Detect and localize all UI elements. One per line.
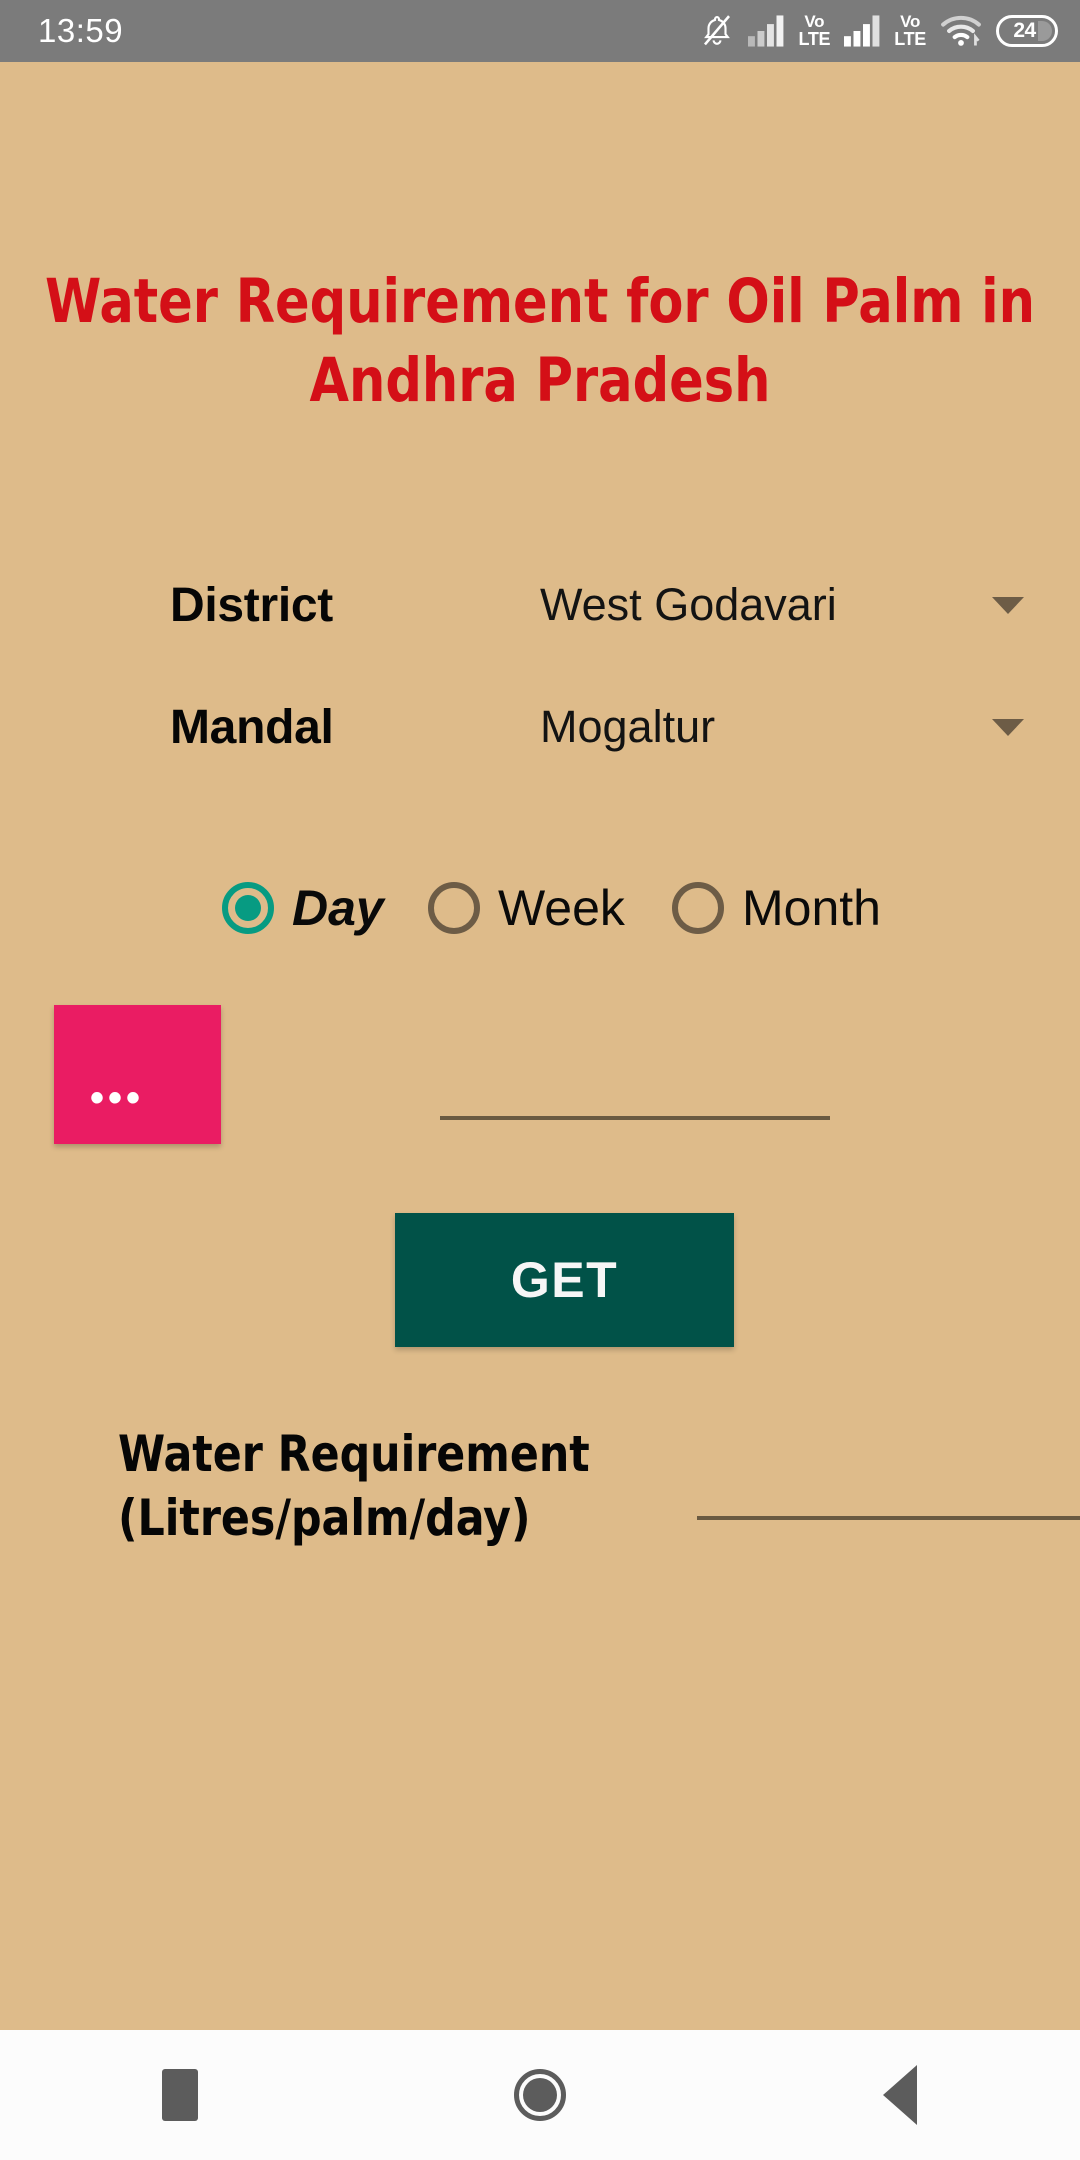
circle-icon [514,2069,566,2121]
mandal-row[interactable]: Mandal Mogaltur [0,684,1080,770]
battery-icon: 24 [996,15,1058,47]
app-content: Water Requirement for Oil Palm in Andhra… [0,62,1080,2030]
radio-label-month: Month [742,880,881,936]
period-radio-group: Day Week Month [0,862,1080,954]
phone-screen: 13:59 Vo LTE Vo LTE 24 Water Requirement… [0,0,1080,2160]
radio-selected-icon[interactable] [222,882,274,934]
android-nav-bar [0,2030,1080,2160]
recents-button[interactable] [100,2030,260,2160]
page-title: Water Requirement for Oil Palm in Andhra… [45,266,1035,417]
signal-bars-icon [844,15,882,47]
volte-icon: Vo LTE [894,13,926,49]
home-button[interactable] [460,2030,620,2160]
radio-option-day[interactable]: Day [222,879,384,937]
status-bar-clock: 13:59 [38,12,124,49]
triangle-left-icon [883,2065,917,2125]
status-bar-icons: Vo LTE Vo LTE 24 [700,13,1058,49]
volte-bottom-label: LTE [894,28,926,49]
radio-label-day: Day [292,880,384,936]
signal-bars-icon [748,15,786,47]
date-input[interactable] [440,1072,830,1120]
square-icon [162,2069,198,2121]
date-picker-button[interactable]: ••• [54,1005,221,1144]
radio-unselected-icon[interactable] [428,882,480,934]
result-value-field [697,1474,1080,1520]
radio-unselected-icon[interactable] [672,882,724,934]
status-bar: 13:59 Vo LTE Vo LTE 24 [0,0,1080,62]
mandal-spinner-value[interactable]: Mogaltur [540,701,715,753]
back-button[interactable] [820,2030,980,2160]
district-spinner-value[interactable]: West Godavari [540,579,837,631]
mandal-label: Mandal [170,700,334,754]
get-button[interactable]: GET [395,1213,734,1347]
volte-icon: Vo LTE [798,13,831,49]
radio-option-week[interactable]: Week [428,879,625,937]
chevron-down-icon[interactable] [992,718,1024,736]
bell-muted-icon [700,13,734,49]
battery-cap [1038,21,1052,41]
radio-label-week: Week [498,880,625,936]
district-row[interactable]: District West Godavari [0,562,1080,648]
ellipsis-icon: ••• [90,1076,145,1120]
district-label: District [170,578,333,632]
wifi-icon [940,14,982,48]
result-label: Water Requirement (Litres/palm/day) [118,1425,590,1547]
get-button-label: GET [510,1252,619,1308]
battery-level-label: 24 [1013,19,1036,42]
radio-option-month[interactable]: Month [672,879,881,937]
volte-bottom-label: LTE [798,28,831,49]
chevron-down-icon[interactable] [992,596,1024,614]
